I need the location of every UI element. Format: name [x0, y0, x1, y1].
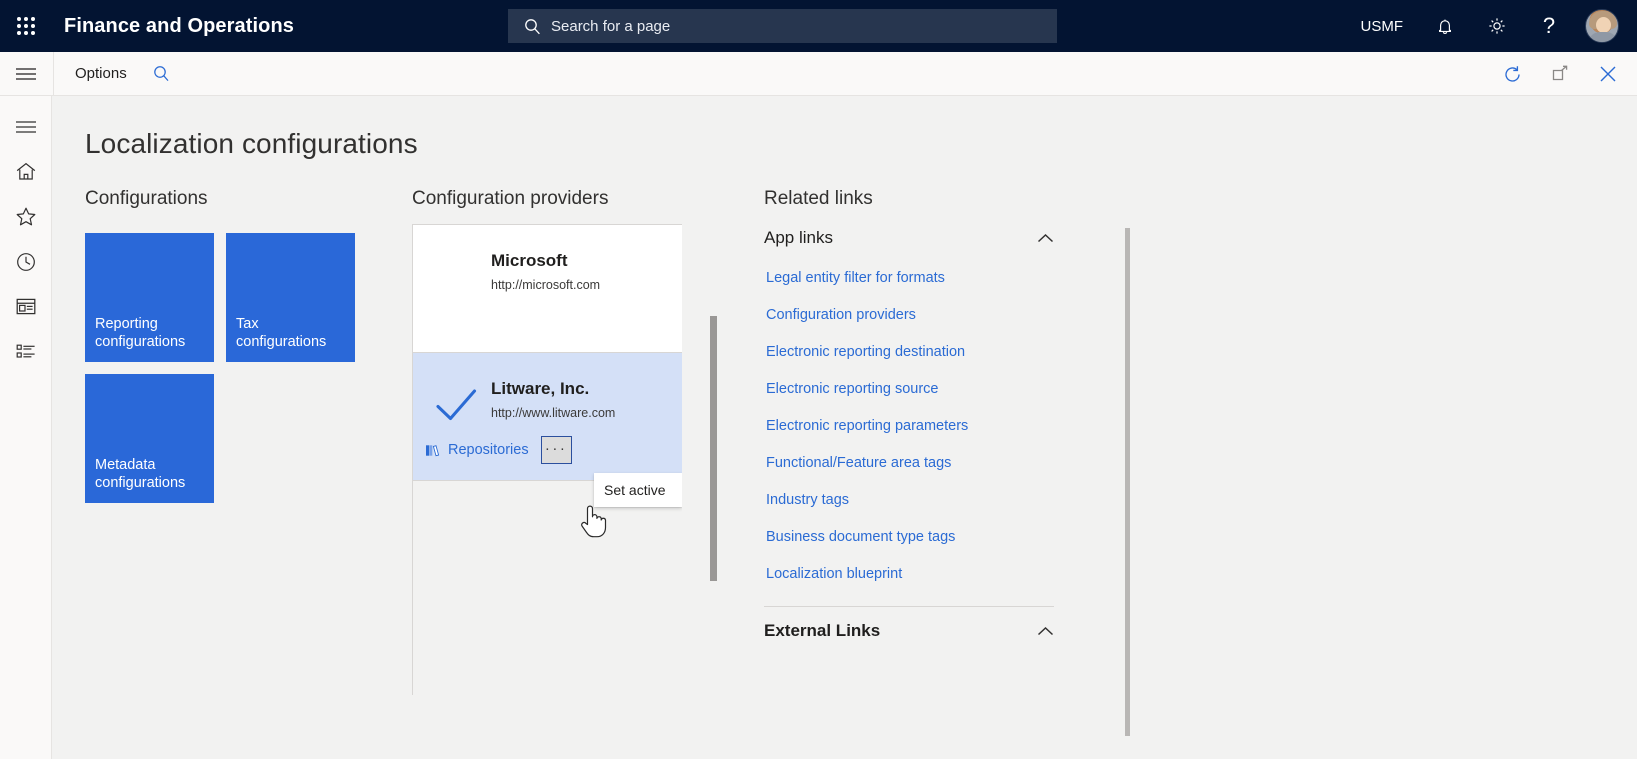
- related-group-title: External Links: [764, 621, 881, 640]
- sidebar-item-home[interactable]: [0, 149, 52, 194]
- sidebar-item-workspaces[interactable]: [0, 284, 52, 329]
- hamburger-icon[interactable]: [0, 52, 52, 96]
- context-menu: Set active: [594, 473, 682, 507]
- related-links-heading: Related links: [764, 188, 873, 209]
- related-group-title: App links: [764, 228, 833, 247]
- top-navigation-bar: Finance and Operations Search for a page…: [0, 0, 1637, 52]
- link-legal-entity-filter-for-formats[interactable]: Legal entity filter for formats: [764, 260, 1104, 297]
- link-configuration-providers[interactable]: Configuration providers: [764, 297, 1104, 334]
- link-functional-feature-area-tags[interactable]: Functional/Feature area tags: [764, 445, 1104, 482]
- provider-card-microsoft[interactable]: Microsoft http://microsoft.com: [413, 225, 682, 353]
- home-icon: [16, 162, 35, 180]
- avatar[interactable]: [1585, 9, 1619, 43]
- related-links-divider: [764, 606, 1054, 607]
- link-localization-blueprint[interactable]: Localization blueprint: [764, 556, 1104, 593]
- sidebar-item-modules[interactable]: [0, 329, 52, 374]
- hamburger-glyph: [16, 68, 36, 80]
- left-navigation-rail: [0, 96, 52, 759]
- notifications-button[interactable]: [1419, 0, 1471, 52]
- configuration-providers-heading: Configuration providers: [412, 188, 609, 209]
- provider-name: Microsoft: [491, 251, 568, 270]
- provider-url: http://microsoft.com: [491, 278, 601, 293]
- chevron-up-icon: [1037, 233, 1054, 242]
- configurations-section: Configurations Reporting configurations …: [85, 188, 385, 503]
- link-electronic-reporting-source[interactable]: Electronic reporting source: [764, 371, 1104, 408]
- tile-label: Metadata configurations: [95, 456, 186, 492]
- tile-label: Tax configurations: [236, 315, 327, 351]
- page-search-button[interactable]: [147, 61, 176, 86]
- tile-reporting-configurations[interactable]: Reporting configurations: [85, 233, 214, 362]
- app-launcher-grid: [17, 17, 35, 35]
- chevron-up-icon: [1037, 626, 1054, 635]
- context-menu-item-set-active[interactable]: Set active: [594, 482, 665, 498]
- checkmark-icon: [436, 389, 477, 421]
- app-launcher-icon[interactable]: [0, 0, 52, 52]
- avatar-body: [1588, 32, 1618, 42]
- repositories-link[interactable]: Repositories: [425, 442, 529, 458]
- configurations-heading: Configurations: [85, 188, 208, 209]
- related-links-scrollbar[interactable]: [1125, 228, 1130, 736]
- help-button[interactable]: ?: [1523, 0, 1575, 52]
- link-electronic-reporting-parameters[interactable]: Electronic reporting parameters: [764, 408, 1104, 445]
- main-content: Localization configurations Configuratio…: [53, 96, 1637, 759]
- tile-tax-configurations[interactable]: Tax configurations: [226, 233, 355, 362]
- question-mark-icon: ?: [1542, 13, 1556, 38]
- global-search-box[interactable]: Search for a page: [508, 9, 1057, 43]
- command-bar: Options: [0, 52, 1637, 96]
- open-in-new-window-icon: [1552, 65, 1567, 80]
- books-icon: [426, 445, 440, 457]
- app-title: Finance and Operations: [64, 14, 295, 37]
- sidebar-item-menu[interactable]: [0, 104, 52, 149]
- clock-icon: [16, 252, 35, 271]
- repositories-link-label: Repositories: [448, 442, 529, 459]
- workspace-icon: [16, 298, 35, 315]
- top-nav-actions: USMF ?: [1345, 0, 1637, 52]
- providers-scrollbar-thumb[interactable]: [710, 316, 717, 581]
- tile-label: Reporting configurations: [95, 315, 186, 351]
- close-icon: [1600, 66, 1616, 82]
- configuration-providers-section: Configuration providers Microsoft http:/…: [412, 188, 717, 695]
- sidebar-item-favorites[interactable]: [0, 194, 52, 239]
- related-group-header-app-links[interactable]: App links: [764, 218, 1054, 258]
- company-selector[interactable]: USMF: [1345, 18, 1420, 35]
- search-icon: [525, 18, 540, 34]
- provider-url: http://www.litware.com: [491, 406, 616, 421]
- command-bar-left: Options: [53, 52, 176, 95]
- hamburger-icon: [15, 120, 36, 133]
- refresh-button[interactable]: [1495, 57, 1529, 91]
- bell-icon: [1439, 19, 1451, 34]
- refresh-icon: [1504, 65, 1520, 82]
- related-links-panel: App links Legal entity filter for format…: [764, 218, 1104, 759]
- star-icon: [16, 207, 35, 226]
- search-icon: [153, 66, 169, 82]
- configuration-tiles: Reporting configurations Tax configurati…: [85, 233, 367, 503]
- modules-list-icon: [16, 344, 35, 358]
- configuration-providers-list: Microsoft http://microsoft.com Litware, …: [412, 224, 682, 695]
- link-industry-tags[interactable]: Industry tags: [764, 482, 1104, 519]
- global-search-placeholder: Search for a page: [551, 17, 671, 35]
- options-button[interactable]: Options: [67, 59, 135, 88]
- tile-metadata-configurations[interactable]: Metadata configurations: [85, 374, 214, 503]
- link-electronic-reporting-destination[interactable]: Electronic reporting destination: [764, 334, 1104, 371]
- sidebar-item-recent[interactable]: [0, 239, 52, 284]
- related-group-header-external-links[interactable]: External Links: [764, 611, 1054, 651]
- provider-more-options-button[interactable]: ···: [540, 436, 572, 465]
- command-bar-right: [1495, 52, 1625, 96]
- settings-button[interactable]: [1471, 0, 1523, 52]
- provider-name: Litware, Inc.: [491, 379, 590, 398]
- ellipsis-icon: ···: [544, 440, 568, 458]
- avatar-face: [1596, 17, 1611, 33]
- close-button[interactable]: [1591, 57, 1625, 91]
- related-links-scrollbar-thumb[interactable]: [1125, 228, 1130, 736]
- provider-card-body: Microsoft http://microsoft.com: [413, 225, 682, 302]
- related-links-section: Related links App links Legal entity fil…: [764, 188, 1144, 640]
- providers-scrollbar[interactable]: [710, 316, 717, 676]
- page-title: Localization configurations: [85, 128, 418, 159]
- app-links-list: Legal entity filter for formats Configur…: [764, 258, 1104, 593]
- link-business-document-type-tags[interactable]: Business document type tags: [764, 519, 1104, 556]
- open-in-new-window-button[interactable]: [1543, 57, 1577, 91]
- provider-card-actions: Repositories ···: [413, 430, 682, 472]
- gear-icon: [1489, 18, 1505, 34]
- provider-card-litware[interactable]: Litware, Inc. http://www.litware.com Rep…: [413, 353, 682, 481]
